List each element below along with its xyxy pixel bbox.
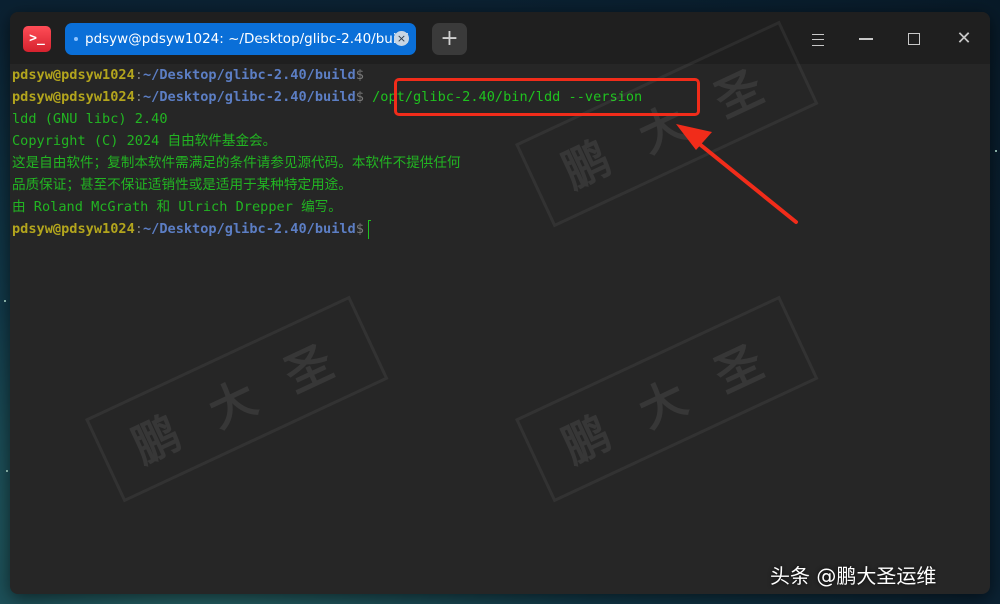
annotation-arrow (676, 124, 798, 224)
source-credit: 头条 @鹏大圣运维 (770, 564, 937, 588)
